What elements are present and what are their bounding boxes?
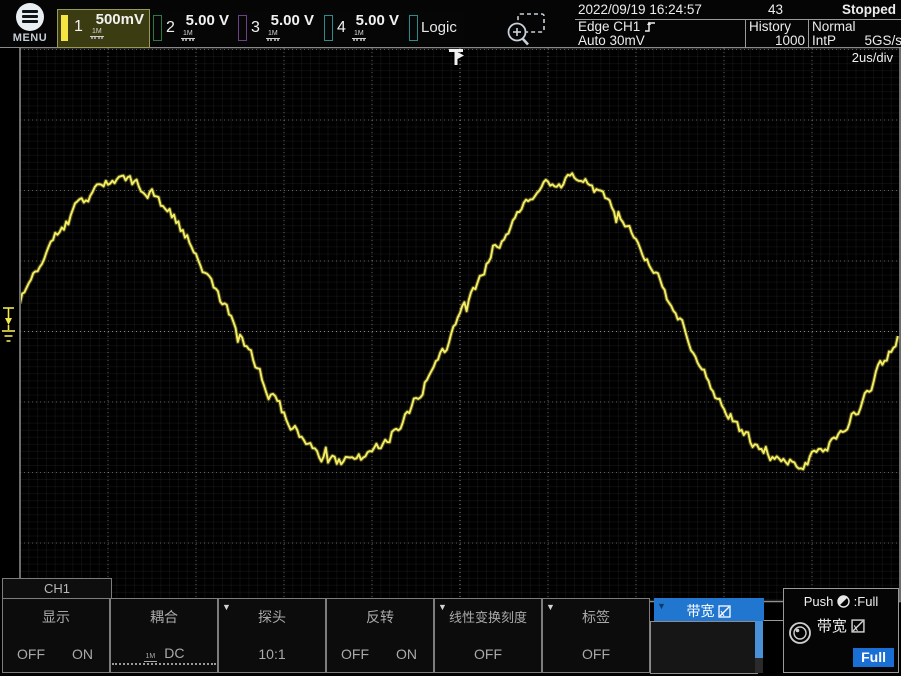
channel-3-color-bar — [238, 15, 247, 41]
display-off-option[interactable]: OFF — [17, 646, 45, 662]
trigger-mode-readout: Auto 30mV — [578, 34, 744, 48]
acquisition-mode-readout: Normal — [812, 20, 901, 34]
menu-button[interactable]: MENU — [8, 3, 52, 47]
menu-item-bandwidth[interactable]: ▼ 带宽 — [654, 598, 764, 621]
timebase-readout: 2us/div — [852, 50, 893, 65]
menu-item-label[interactable]: ▼ 标签 OFF — [542, 598, 650, 673]
push-value: :Full — [854, 594, 879, 609]
rising-edge-trigger-icon — [644, 20, 657, 33]
knob-filter-icon — [851, 619, 865, 633]
bandwidth-list-scrollbar-track — [755, 658, 763, 673]
linear-scale-label: 线性变换刻度 — [435, 607, 541, 626]
zoom-search-tool[interactable] — [505, 13, 547, 47]
invert-label: 反转 — [327, 607, 433, 627]
push-label: Push — [804, 594, 834, 609]
display-label: 显示 — [3, 607, 109, 627]
sample-rate-readout: 5GS/s — [864, 34, 901, 48]
display-on-option[interactable]: ON — [72, 646, 93, 662]
channel-1-impedance-icon: 1M — [90, 28, 104, 37]
probe-value: 10:1 — [219, 646, 325, 662]
menu-item-probe[interactable]: ▼ 探头 10:1 — [218, 598, 326, 673]
menu-knob-connector-line — [763, 620, 783, 621]
coupling-label: 耦合 — [111, 607, 217, 627]
trigger-type-readout: Edge CH1 — [578, 19, 640, 34]
label-value: OFF — [543, 646, 649, 662]
channel-4-indicator[interactable]: 4 1M 5.00 V — [321, 11, 404, 44]
invert-on-option[interactable]: ON — [396, 646, 417, 662]
channel-2-impedance-icon: 1M — [181, 30, 195, 39]
coupling-impedance-icon: 1M — [144, 653, 158, 662]
graticule-grid — [20, 48, 900, 601]
run-state-indicator: Stopped — [842, 2, 896, 17]
history-count: 1000 — [749, 34, 809, 48]
invert-off-option[interactable]: OFF — [341, 646, 369, 662]
menu-item-linear-scale[interactable]: ▼ 线性变换刻度 OFF — [434, 598, 542, 673]
acquisition-info-panel: 2022/09/19 16:24:57 43 Stopped Edge CH1 … — [575, 0, 901, 47]
knob-param-label: 带宽 — [817, 618, 847, 635]
push-knob-icon — [837, 595, 850, 608]
channel-4-impedance-icon: 1M — [352, 30, 366, 39]
bandwidth-current-value[interactable]: Full — [853, 648, 894, 667]
channel-2-scale-value: 5.00 V — [186, 12, 229, 29]
channel-1-number: 1 — [74, 18, 83, 36]
channel-2-number: 2 — [166, 19, 175, 37]
probe-label: 探头 — [219, 607, 325, 627]
channel-2-color-bar — [153, 15, 162, 41]
channel-3-indicator[interactable]: 3 1M 5.00 V — [235, 11, 319, 44]
channel-2-indicator[interactable]: 2 1M 5.00 V — [150, 11, 234, 44]
interpolation-readout: IntP — [812, 33, 836, 48]
channel-3-scale-value: 5.00 V — [271, 12, 314, 29]
datetime-readout: 2022/09/19 16:24:57 — [578, 2, 702, 17]
channel-1-indicator[interactable]: 1 1M 500mV — [57, 9, 150, 48]
menu-item-display[interactable]: 显示 OFF ON — [2, 598, 110, 673]
logic-channel-indicator[interactable]: Logic — [406, 11, 464, 44]
channel-3-impedance-icon: 1M — [266, 30, 280, 39]
logic-color-bar — [409, 15, 418, 41]
menu-item-coupling[interactable]: 耦合 1M DC — [110, 598, 218, 673]
waveform-display — [0, 0, 901, 676]
bandwidth-option-list[interactable] — [650, 621, 758, 674]
menu-item-invert[interactable]: 反转 OFF ON — [326, 598, 434, 673]
oscilloscope-screen: 2us/div MENU 1 1M 500mV 2 1M 5.00 V 3 1M… — [0, 0, 901, 676]
bandwidth-label: 带宽 — [687, 603, 715, 619]
channel-4-scale-value: 5.00 V — [356, 12, 399, 29]
rotary-knob-icon[interactable] — [788, 621, 812, 645]
channel-1-color-bar — [61, 15, 68, 41]
channel-4-color-bar — [324, 15, 333, 41]
bandwidth-list-scrollbar[interactable] — [755, 621, 763, 658]
ch1-ground-level-marker[interactable] — [2, 308, 15, 341]
coupling-value: DC — [164, 645, 184, 661]
knob-assignment-panel: Push :Full 带宽 Full — [783, 588, 899, 673]
linear-scale-value: OFF — [435, 646, 541, 662]
channel-3-number: 3 — [251, 19, 260, 37]
acquisition-count: 43 — [768, 2, 783, 17]
history-label: History — [749, 20, 809, 34]
zoom-magnifier-icon — [505, 13, 547, 47]
label-label: 标签 — [543, 607, 649, 627]
menu-tab-ch1[interactable]: CH1 — [2, 578, 112, 599]
bandwidth-filter-icon — [718, 605, 731, 618]
hamburger-menu-icon — [16, 3, 44, 31]
channel-4-number: 4 — [337, 19, 346, 37]
menu-button-label: MENU — [8, 32, 52, 44]
channel-1-scale-value: 500mV — [96, 11, 144, 28]
top-status-bar: MENU 1 1M 500mV 2 1M 5.00 V 3 1M 5.00 V … — [0, 0, 901, 48]
logic-label: Logic — [421, 19, 457, 36]
